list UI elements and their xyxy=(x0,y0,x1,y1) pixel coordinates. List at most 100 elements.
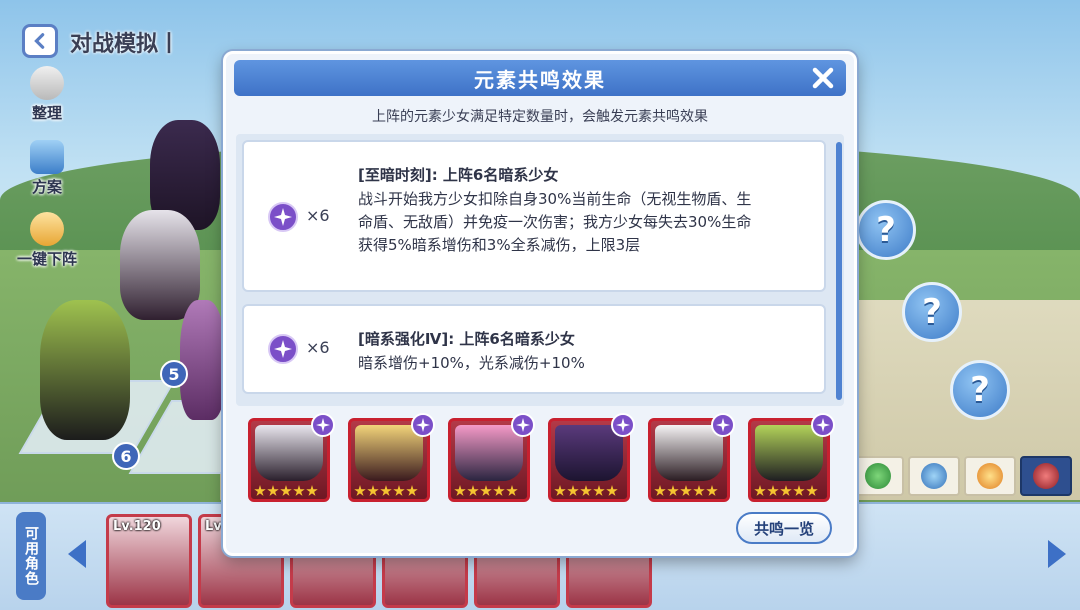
star-icon xyxy=(354,485,366,496)
star-icon xyxy=(267,485,279,496)
wood-element-icon xyxy=(865,463,891,489)
star-icon xyxy=(480,485,492,496)
chevron-left-icon xyxy=(34,33,45,49)
dark-element-badge-icon xyxy=(811,413,835,437)
resonance-title: [暗系强化Ⅳ]: 上阵6名暗系少女 xyxy=(358,330,575,348)
star-icon xyxy=(393,485,405,496)
team-character-card[interactable] xyxy=(348,413,435,502)
sort-button[interactable]: 整理 xyxy=(12,66,82,123)
star-icon xyxy=(667,485,679,496)
dialog-subtitle: 上阵的元素少女满足特定数量时，会触发元素共鸣效果 xyxy=(372,109,708,125)
water-element-icon xyxy=(921,463,947,489)
star-rating xyxy=(554,485,619,497)
star-icon xyxy=(467,485,479,496)
star-icon xyxy=(380,485,392,496)
slot-number-badge: 6 xyxy=(112,442,140,470)
filter-light[interactable] xyxy=(964,456,1016,496)
dark-element-gem-icon xyxy=(268,202,298,232)
star-icon xyxy=(367,485,379,496)
star-icon xyxy=(293,485,305,496)
star-icon xyxy=(454,485,466,496)
star-icon xyxy=(567,485,579,496)
dark-element-icon xyxy=(1033,463,1059,489)
team-character-card[interactable] xyxy=(748,413,835,502)
element-filter-bar xyxy=(852,456,1080,500)
star-icon xyxy=(767,485,779,496)
unknown-enemy-marker[interactable]: ? xyxy=(856,200,916,260)
star-icon xyxy=(580,485,592,496)
plan-label: 方案 xyxy=(31,178,62,196)
dark-element-badge-icon xyxy=(411,413,435,437)
required-count: ×6 xyxy=(306,338,330,357)
filter-wood[interactable] xyxy=(852,456,904,496)
remove-formation-icon xyxy=(30,212,64,246)
resonance-effect-list[interactable]: ×6 [至暗时刻]: 上阵6名暗系少女 战斗开始我方少女扣除自身30%当前生命（… xyxy=(236,134,844,406)
star-rating xyxy=(654,485,719,497)
star-icon xyxy=(793,485,805,496)
filter-water[interactable] xyxy=(908,456,960,496)
roster-prev-arrow-icon[interactable] xyxy=(68,540,86,568)
star-icon xyxy=(693,485,705,496)
broom-icon xyxy=(30,66,64,100)
star-rating xyxy=(354,485,419,497)
character-sprite[interactable] xyxy=(120,210,200,320)
star-icon xyxy=(654,485,666,496)
resonance-description: 暗系增伤+10%，光系减伤+10% xyxy=(358,354,585,372)
level-label: Lv.120 xyxy=(113,519,161,534)
star-icon xyxy=(306,485,318,496)
team-character-card[interactable] xyxy=(448,413,535,502)
star-icon xyxy=(280,485,292,496)
resonance-entry: ×6 [至暗时刻]: 上阵6名暗系少女 战斗开始我方少女扣除自身30%当前生命（… xyxy=(242,140,826,292)
back-button[interactable] xyxy=(22,24,58,58)
resonance-entry: ×6 [暗系强化Ⅳ]: 上阵6名暗系少女 暗系增伤+10%，光系减伤+10% xyxy=(242,304,826,394)
sort-label: 整理 xyxy=(31,104,62,122)
close-button[interactable] xyxy=(810,65,836,91)
star-rating xyxy=(754,485,819,497)
unknown-enemy-marker[interactable]: ? xyxy=(950,360,1010,420)
roster-next-arrow-icon[interactable] xyxy=(1048,540,1066,568)
character-sprite[interactable] xyxy=(180,300,225,420)
star-rating xyxy=(454,485,519,497)
team-character-card[interactable] xyxy=(248,413,335,502)
team-card-row xyxy=(248,413,838,504)
star-icon xyxy=(606,485,618,496)
slot-number-badge: 5 xyxy=(160,360,188,388)
resonance-description: 战斗开始我方少女扣除自身30%当前生命（无视生物盾、生命盾、无敌盾）并免疫一次伤… xyxy=(358,190,752,254)
star-rating xyxy=(254,485,319,497)
dark-element-badge-icon xyxy=(511,413,535,437)
star-icon xyxy=(780,485,792,496)
folder-icon xyxy=(30,140,64,174)
dark-element-badge-icon xyxy=(611,413,635,437)
dark-element-badge-icon xyxy=(311,413,335,437)
dialog-header: 元素共鸣效果 xyxy=(234,60,846,96)
resonance-title: [至暗时刻]: 上阵6名暗系少女 xyxy=(358,166,559,184)
light-element-icon xyxy=(977,463,1003,489)
dark-element-gem-icon xyxy=(268,334,298,364)
star-icon xyxy=(406,485,418,496)
element-resonance-dialog: 元素共鸣效果 上阵的元素少女满足特定数量时，会触发元素共鸣效果 ×6 [至暗时刻… xyxy=(223,51,857,556)
remove-all-label: 一键下阵 xyxy=(16,250,77,268)
dialog-title: 元素共鸣效果 xyxy=(474,67,606,92)
filter-dark[interactable] xyxy=(1020,456,1072,496)
available-characters-tab[interactable]: 可用角色 xyxy=(16,512,46,600)
star-icon xyxy=(680,485,692,496)
dark-element-badge-icon xyxy=(711,413,735,437)
level-label: Lv xyxy=(205,519,222,534)
star-icon xyxy=(706,485,718,496)
team-character-card[interactable] xyxy=(648,413,735,502)
star-icon xyxy=(506,485,518,496)
star-icon xyxy=(254,485,266,496)
resonance-overview-button[interactable]: 共鸣一览 xyxy=(736,512,832,544)
character-sprite[interactable] xyxy=(40,300,130,440)
star-icon xyxy=(554,485,566,496)
team-character-card[interactable] xyxy=(548,413,635,502)
star-icon xyxy=(806,485,818,496)
close-icon xyxy=(812,67,834,89)
star-icon xyxy=(754,485,766,496)
scrollbar-thumb[interactable] xyxy=(836,142,842,400)
plan-button[interactable]: 方案 xyxy=(12,140,82,197)
scrollbar[interactable] xyxy=(836,142,842,400)
roster-character-card[interactable]: Lv.120 xyxy=(106,514,192,608)
remove-all-button[interactable]: 一键下阵 xyxy=(12,212,82,269)
unknown-enemy-marker[interactable]: ? xyxy=(902,282,962,342)
